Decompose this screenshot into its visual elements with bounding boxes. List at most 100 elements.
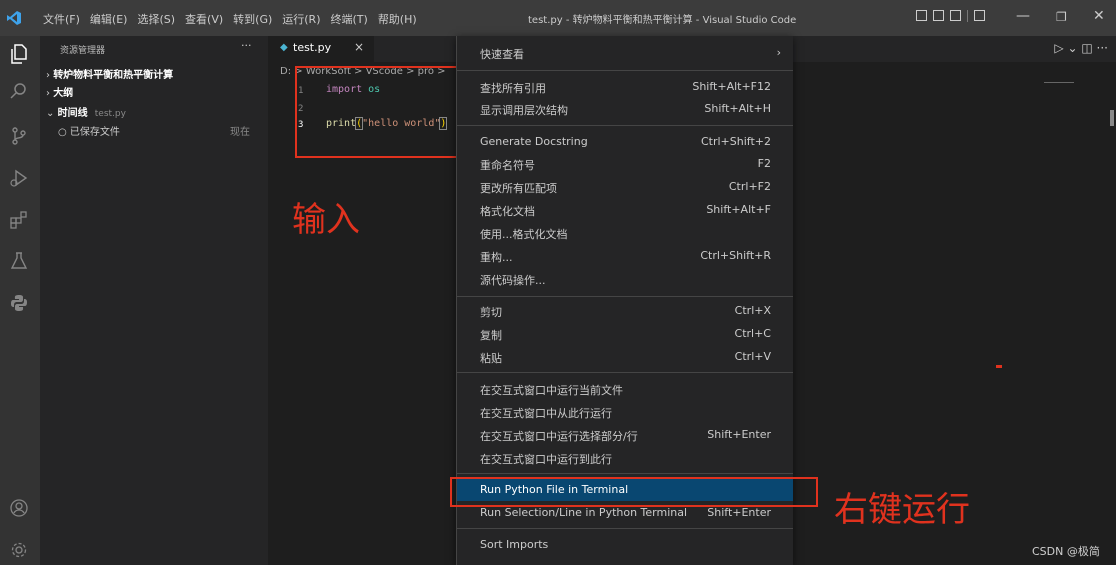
timeline-label: 时间线 [57,108,88,119]
menu-separator [457,372,793,373]
project-folder-label: 转炉物料平衡和热平衡计算 [53,70,174,81]
menu-run[interactable]: 运行(R) [277,11,325,27]
python-file-icon: ◆ [280,42,288,53]
timeline-entry-label: 已保存文件 [69,127,120,138]
menu-item-shortcut: Ctrl+C [734,327,771,340]
menu-item-find-references[interactable]: 查找所有引用 Shift+Alt+F12 [457,76,793,98]
outline-label: 大纲 [53,88,74,99]
menu-item-copy[interactable]: 复制 Ctrl+C [457,323,793,345]
circle-icon: ○ [58,127,67,138]
menu-item-label: 在交互式窗口中运行到此行 [480,453,612,466]
menu-item-interactive-run-file[interactable]: 在交互式窗口中运行当前文件 [457,378,793,400]
account-icon[interactable] [9,499,29,519]
scrollbar[interactable] [1110,110,1114,126]
menu-item-source-action[interactable]: 源代码操作... [457,268,793,290]
menu-item-label: 更改所有匹配项 [480,182,557,195]
customize-layout-icon[interactable] [974,10,985,21]
sidebar-more-actions[interactable]: ··· [241,39,252,52]
menu-separator [457,473,793,474]
menu-item-label: 快速查看 [480,48,524,61]
sidebar-title: 资源管理器 [60,46,106,56]
menu-item-shortcut: Ctrl+Shift+2 [700,135,771,148]
toggle-sidebar-icon[interactable] [916,10,927,21]
toggle-secondary-sidebar-icon[interactable] [950,10,961,21]
menu-item-interactive-run-from-line[interactable]: 在交互式窗口中从此行运行 [457,401,793,423]
chevron-down-icon[interactable]: ⌄ [1067,41,1077,55]
search-icon[interactable] [9,82,29,102]
menu-item-label: 查找所有引用 [480,82,546,95]
menu-item-shortcut: Shift+Enter [707,428,771,441]
activity-bar [0,36,40,565]
menu-item-peek[interactable]: 快速查看 › [457,42,793,64]
menu-item-label: Run Selection/Line in Python Terminal [480,506,688,519]
menu-item-label: 源代码操作... [480,274,546,287]
timeline-entry-time: 现在 [230,127,250,138]
menu-item-shortcut: F2 [757,157,771,170]
minimize-icon[interactable]: — [1016,8,1030,24]
timeline-file: test.py [94,109,126,119]
menu-edit[interactable]: 编辑(E) [85,11,133,27]
menu-help[interactable]: 帮助(H) [373,11,422,27]
menu-item-sort-imports[interactable]: Sort Imports [457,534,793,556]
explorer-sidebar: 资源管理器 ··· › 转炉物料平衡和热平衡计算 › 大纲 ⌄ 时间线 test… [40,36,268,565]
menu-selection[interactable]: 选择(S) [132,11,180,27]
annotation-run-box [450,477,818,507]
menu-file[interactable]: 文件(F) [38,11,85,27]
menu-item-rename-symbol[interactable]: 重命名符号 F2 [457,153,793,175]
annotation-input-label: 输入 [292,200,360,240]
menu-item-cut[interactable]: 剪切 Ctrl+X [457,300,793,322]
menu-item-label: 重命名符号 [480,159,535,172]
menu-item-label: 在交互式窗口中运行选择部分/行 [480,430,638,443]
menu-item-change-all[interactable]: 更改所有匹配项 Ctrl+F2 [457,176,793,198]
chevron-down-icon: ⌄ [46,108,55,119]
run-icon[interactable]: ▷ [1054,41,1063,55]
menu-item-label: 格式化文档 [480,205,535,218]
menu-item-call-hierarchy[interactable]: 显示调用层次结构 Shift+Alt+H [457,98,793,120]
menu-item-interactive-run-to-line[interactable]: 在交互式窗口中运行到此行 [457,447,793,469]
menu-item-label: 在交互式窗口中从此行运行 [480,407,612,420]
menu-item-label: 在交互式窗口中运行当前文件 [480,384,623,397]
vscode-logo-icon [6,10,26,26]
tab-label: test.py [293,41,332,54]
timeline-entry[interactable]: ○ 已保存文件 [58,123,120,138]
menu-item-shortcut: Shift+Enter [707,506,771,519]
tab-test-py[interactable]: ◆ test.py × [268,36,374,62]
menu-item-label: 显示调用层次结构 [480,104,568,117]
source-control-icon[interactable] [9,126,29,146]
chevron-right-icon: › [776,46,781,59]
explorer-icon[interactable] [9,44,29,64]
menu-item-generate-docstring[interactable]: Generate Docstring Ctrl+Shift+2 [457,131,793,153]
tab-close-icon[interactable]: × [354,40,364,54]
menu-bar: 文件(F) 编辑(E) 选择(S) 查看(V) 转到(G) 运行(R) 终端(T… [38,11,422,27]
menu-item-label: 使用...格式化文档 [480,228,568,241]
more-actions-icon[interactable]: ··· [1097,41,1108,55]
toggle-panel-icon[interactable] [933,10,944,21]
menu-item-format-with[interactable]: 使用...格式化文档 [457,222,793,244]
editor-actions: ▷ ⌄ ◫ ··· [1054,41,1108,55]
close-window-icon[interactable]: ✕ [1093,8,1105,24]
menu-item-shortcut: Ctrl+F2 [728,180,771,193]
menu-item-refactor[interactable]: 重构... Ctrl+Shift+R [457,245,793,267]
python-icon[interactable] [9,294,29,314]
menu-view[interactable]: 查看(V) [180,11,228,27]
testing-flask-icon[interactable] [9,252,29,272]
menu-item-paste[interactable]: 粘贴 Ctrl+V [457,346,793,368]
menu-item-interactive-run-selection[interactable]: 在交互式窗口中运行选择部分/行 Shift+Enter [457,424,793,446]
settings-gear-icon[interactable] [9,541,29,561]
extensions-icon[interactable] [9,211,29,231]
sidebar-section-project[interactable]: › 转炉物料平衡和热平衡计算 [46,66,173,81]
restore-icon[interactable]: ❐ [1056,10,1067,24]
menu-item-shortcut: Ctrl+Shift+R [700,249,771,262]
menu-item-label: 粘贴 [480,352,502,365]
chevron-right-icon: › [46,70,50,81]
split-editor-icon[interactable]: ◫ [1081,41,1092,55]
minimap[interactable] [1044,82,1074,83]
menu-item-label: 剪切 [480,306,502,319]
menu-item-shortcut: Shift+Alt+F12 [692,80,771,93]
menu-item-format-document[interactable]: 格式化文档 Shift+Alt+F [457,199,793,221]
menu-go[interactable]: 转到(G) [228,11,277,27]
run-debug-icon[interactable] [9,168,29,188]
menu-terminal[interactable]: 终端(T) [326,11,373,27]
sidebar-section-outline[interactable]: › 大纲 [46,84,73,99]
sidebar-section-timeline[interactable]: ⌄ 时间线 test.py [46,104,126,119]
